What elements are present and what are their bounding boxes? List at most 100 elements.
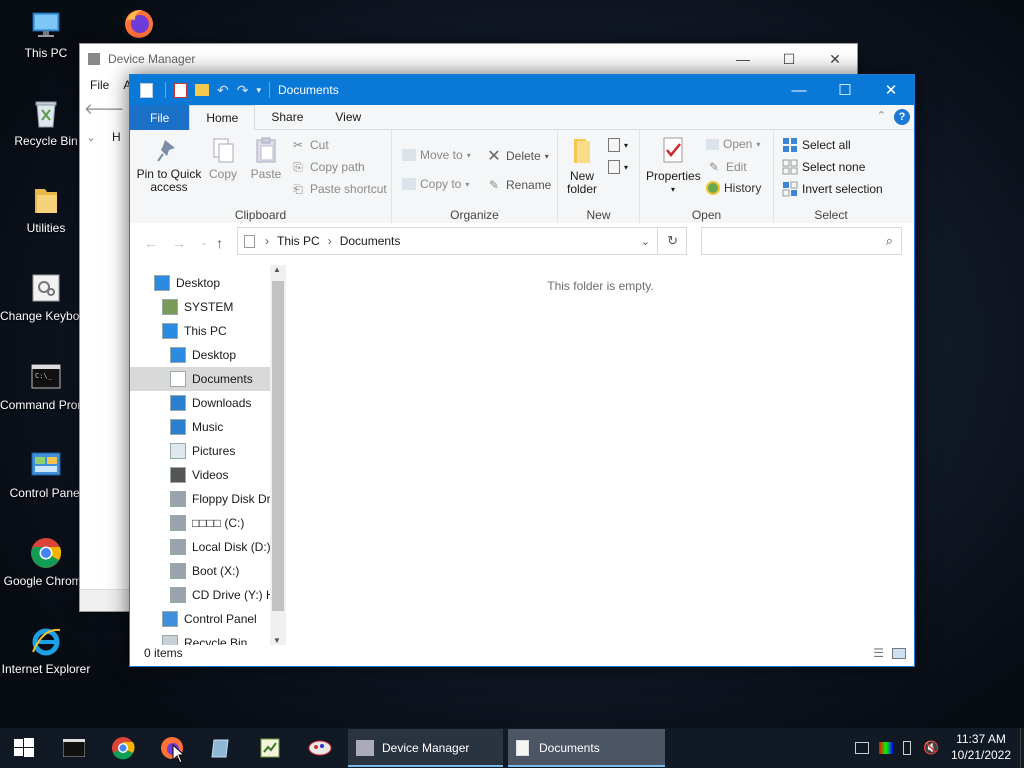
- copy-path-button[interactable]: ⎘ Copy path: [290, 159, 365, 175]
- scroll-up-icon[interactable]: ▲: [273, 265, 281, 274]
- invert-selection-button[interactable]: Invert selection: [782, 181, 883, 197]
- breadcrumb-documents[interactable]: Documents: [340, 234, 401, 248]
- network-icon[interactable]: [855, 742, 869, 754]
- properties-button[interactable]: Properties ▾: [646, 136, 701, 196]
- chevron-up-icon[interactable]: ⌃: [877, 109, 886, 122]
- taskbar-app-4[interactable]: [197, 728, 245, 768]
- copy-button[interactable]: Copy: [206, 136, 240, 181]
- nav-item[interactable]: This PC: [130, 319, 270, 343]
- refresh-icon[interactable]: ↻: [667, 233, 678, 249]
- volume-muted-icon[interactable]: 🔇: [923, 740, 939, 756]
- nav-item-icon: [170, 395, 186, 411]
- nav-item[interactable]: CD Drive (Y:) H: [130, 583, 275, 607]
- search-icon[interactable]: ⌕: [886, 233, 893, 249]
- nav-item[interactable]: Videos: [130, 463, 270, 487]
- cut-clipboard-button[interactable]: ✂ Cut: [290, 137, 329, 153]
- show-desktop-button[interactable]: [1020, 728, 1024, 768]
- minimize-icon[interactable]: —: [776, 75, 822, 105]
- taskbar-chrome[interactable]: [99, 728, 147, 768]
- new-folder-button[interactable]: New folder: [562, 136, 602, 196]
- nav-item[interactable]: Desktop: [130, 343, 270, 367]
- properties-label: Properties: [646, 169, 701, 183]
- delete-button[interactable]: ✕ Delete ▾: [486, 148, 548, 165]
- explorer-window[interactable]: ↶ ↷ ▾ Documents — ☐ ✕ File Home Share Vi…: [129, 74, 915, 667]
- rename-button[interactable]: ✎ Rename: [486, 177, 551, 193]
- properties-icon[interactable]: [174, 82, 187, 98]
- tab-file[interactable]: File: [130, 105, 190, 130]
- copy-to-button[interactable]: Copy to ▾: [402, 177, 469, 191]
- taskbar-command-prompt[interactable]: [50, 728, 98, 768]
- scrollbar-thumb[interactable]: [272, 281, 284, 611]
- explorer-titlebar[interactable]: ↶ ↷ ▾ Documents — ☐ ✕: [130, 75, 914, 105]
- chevron-down-icon[interactable]: ⌄: [641, 235, 650, 248]
- details-view-icon[interactable]: ☰: [873, 646, 884, 660]
- nav-item[interactable]: Desktop: [130, 271, 270, 295]
- nav-item[interactable]: Boot (X:): [130, 559, 270, 583]
- close-icon[interactable]: ✕: [868, 75, 914, 105]
- start-button[interactable]: [0, 728, 48, 768]
- minimize-icon[interactable]: —: [720, 44, 766, 74]
- nav-item-label: Desktop: [176, 276, 221, 290]
- menu-file[interactable]: File: [90, 78, 109, 92]
- nav-item[interactable]: Local Disk (D:): [130, 535, 271, 559]
- select-none-button[interactable]: Select none: [782, 159, 865, 175]
- new-item-button[interactable]: ▾: [608, 138, 628, 152]
- delete-icon: ✕: [487, 148, 501, 165]
- back-arrow-icon[interactable]: ←: [144, 235, 158, 251]
- taskbar-device-manager[interactable]: Device Manager: [348, 729, 503, 767]
- large-icons-view-icon[interactable]: [892, 647, 906, 659]
- history-button[interactable]: History: [706, 181, 761, 195]
- close-icon[interactable]: ✕: [812, 44, 858, 74]
- select-all-button[interactable]: Select all: [782, 137, 851, 153]
- device-tree-root[interactable]: ⌄ H: [80, 128, 132, 146]
- display-icon[interactable]: [879, 742, 893, 754]
- paste-shortcut-button[interactable]: ⎗ Paste shortcut: [290, 181, 387, 197]
- tab-home[interactable]: Home: [189, 105, 256, 130]
- nav-item[interactable]: Control Panel: [130, 607, 270, 631]
- help-icon[interactable]: ?: [894, 109, 910, 125]
- device-manager-app-icon: [88, 53, 100, 65]
- active-indicator: [348, 765, 503, 767]
- qat-dropdown-icon[interactable]: ▾: [256, 85, 261, 96]
- clock[interactable]: 11:37 AM 10/21/2022: [944, 731, 1018, 763]
- undo-icon[interactable]: ↶: [217, 82, 229, 99]
- taskbar-documents[interactable]: Documents: [508, 729, 665, 767]
- desktop-icon-internet-explorer[interactable]: Internet Explorer: [0, 624, 92, 677]
- file-list[interactable]: This folder is empty.: [287, 263, 914, 643]
- nav-item[interactable]: SYSTEM: [130, 295, 270, 319]
- nav-item[interactable]: Downloads: [130, 391, 270, 415]
- redo-icon[interactable]: ↷: [237, 82, 249, 99]
- new-folder-icon[interactable]: [195, 84, 209, 96]
- usb-icon[interactable]: [903, 741, 911, 755]
- back-arrow-icon[interactable]: 🡐: [84, 99, 124, 118]
- nav-item-label: Downloads: [192, 396, 252, 410]
- nav-item[interactable]: Pictures: [130, 439, 270, 463]
- maximize-icon[interactable]: ☐: [822, 75, 868, 105]
- taskbar-app-5[interactable]: [246, 728, 294, 768]
- breadcrumb-this-pc[interactable]: This PC: [277, 234, 320, 248]
- tab-view[interactable]: View: [319, 105, 378, 130]
- nav-item[interactable]: Documents: [130, 367, 270, 391]
- nav-item[interactable]: Music: [130, 415, 270, 439]
- nav-scrollbar[interactable]: ▲ ▼: [270, 265, 286, 645]
- forward-arrow-icon[interactable]: →: [172, 235, 186, 251]
- breadcrumb-separator-icon: ›: [327, 234, 332, 248]
- firefox-icon[interactable]: [122, 6, 156, 40]
- easy-access-button[interactable]: ▾: [608, 160, 628, 174]
- search-input[interactable]: ⌕: [701, 227, 902, 255]
- move-to-button[interactable]: Move to ▾: [402, 148, 471, 162]
- recent-dropdown-icon[interactable]: ⌄: [200, 237, 208, 248]
- pin-quick-access-button[interactable]: Pin to Quick access: [136, 136, 202, 194]
- organize-label: Organize: [450, 208, 499, 222]
- up-arrow-icon[interactable]: ↑: [216, 235, 223, 251]
- tab-share[interactable]: Share: [255, 105, 320, 130]
- nav-item[interactable]: □□□□ (C:): [130, 511, 270, 535]
- maximize-icon[interactable]: ☐: [766, 44, 812, 74]
- edit-button[interactable]: ✎ Edit: [706, 159, 747, 175]
- open-button[interactable]: Open ▾: [706, 137, 760, 151]
- paste-button[interactable]: Paste: [248, 136, 284, 181]
- address-bar[interactable]: › This PC › Documents ⌄ ↻: [237, 227, 687, 255]
- chevron-down-icon[interactable]: ⌄: [84, 131, 98, 144]
- nav-item[interactable]: Floppy Disk Dri: [130, 487, 273, 511]
- taskbar-app-6[interactable]: [296, 728, 344, 768]
